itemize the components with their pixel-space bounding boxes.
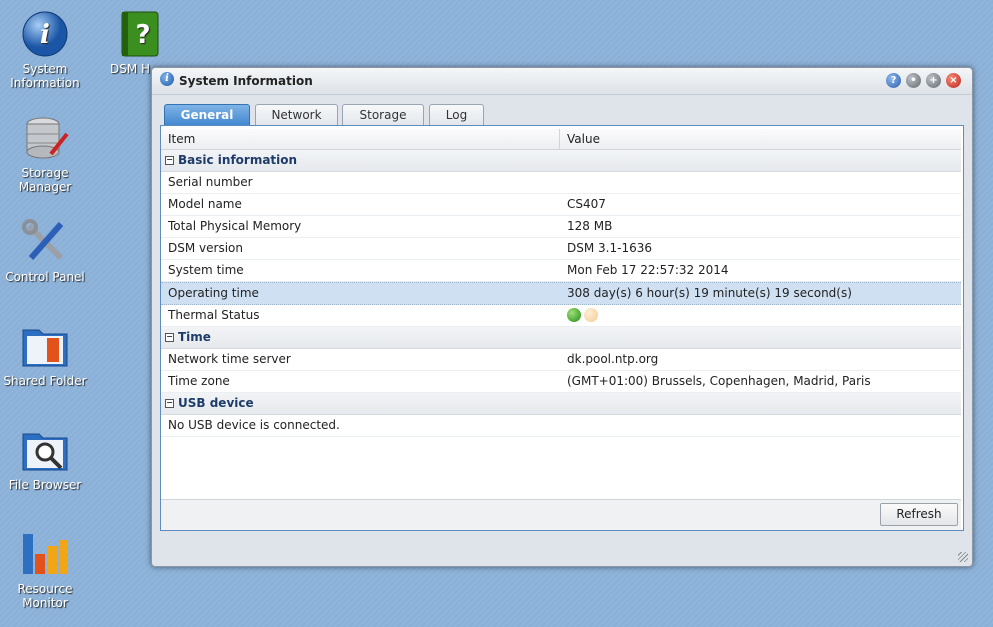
- row-item: Total Physical Memory: [168, 219, 302, 233]
- collapse-icon[interactable]: −: [165, 156, 174, 165]
- row-value: (GMT+01:00) Brussels, Copenhagen, Madrid…: [567, 374, 871, 388]
- info-icon: i: [160, 72, 174, 86]
- panel-footer: Refresh: [161, 499, 961, 530]
- grid-header: Item Value: [161, 129, 961, 150]
- group-usb-device[interactable]: − USB device: [161, 393, 961, 415]
- row-value: 128 MB: [567, 219, 613, 233]
- window-titlebar[interactable]: i System Information ? • + ×: [152, 68, 972, 95]
- desktop-icon-file-browser[interactable]: File Browser: [0, 426, 90, 492]
- folder-icon: [21, 322, 69, 370]
- column-header-value[interactable]: Value: [567, 132, 600, 146]
- desktop-icon-label: Shared Folder: [3, 374, 87, 388]
- grid-rows: − Basic information Serial number Model …: [161, 150, 961, 437]
- desktop-icon-label: DSM H: [110, 62, 151, 76]
- thermal-warning-icon: [584, 307, 598, 322]
- table-row[interactable]: System time Mon Feb 17 22:57:32 2014: [161, 260, 961, 282]
- column-header-item[interactable]: Item: [168, 132, 195, 146]
- table-row[interactable]: Time zone (GMT+01:00) Brussels, Copenhage…: [161, 371, 961, 393]
- window-title: System Information: [179, 74, 313, 88]
- desktop-icon-label: Storage Manager: [18, 166, 72, 194]
- tab-network[interactable]: Network: [255, 104, 338, 126]
- table-row[interactable]: Thermal Status: [161, 305, 961, 327]
- row-item: No USB device is connected.: [168, 418, 340, 432]
- group-basic-information[interactable]: − Basic information: [161, 150, 961, 172]
- desktop-icon-label: File Browser: [8, 478, 82, 492]
- collapse-icon[interactable]: −: [165, 333, 174, 342]
- svg-text:i: i: [40, 20, 50, 50]
- row-item: System time: [168, 263, 244, 277]
- row-value: DSM 3.1-1636: [567, 241, 652, 255]
- desktop-icon-system-information[interactable]: i System Information: [0, 10, 90, 90]
- bar-chart-icon: [21, 530, 69, 578]
- group-label: Basic information: [178, 153, 298, 167]
- help-book-icon: ?: [118, 10, 166, 58]
- row-item: Model name: [168, 197, 242, 211]
- table-row[interactable]: DSM version DSM 3.1-1636: [161, 238, 961, 260]
- row-item: Thermal Status: [168, 308, 260, 322]
- tools-icon: [21, 218, 69, 266]
- tab-log[interactable]: Log: [429, 104, 484, 126]
- system-information-window[interactable]: i System Information ? • + × General Net…: [151, 67, 973, 567]
- minimize-button[interactable]: •: [906, 73, 921, 88]
- desktop-icon-dsm-help[interactable]: ? DSM H: [96, 10, 159, 76]
- desktop-icon-label: Control Panel: [5, 270, 85, 284]
- desktop-icon-label: Resource Monitor: [17, 582, 73, 610]
- row-item: Operating time: [168, 286, 259, 300]
- row-value: 308 day(s) 6 hour(s) 19 minute(s) 19 sec…: [567, 286, 852, 300]
- thermal-status-indicators: [567, 307, 601, 323]
- table-row[interactable]: No USB device is connected.: [161, 415, 961, 437]
- help-button[interactable]: ?: [886, 73, 901, 88]
- close-button[interactable]: ×: [946, 73, 961, 88]
- storage-icon: [21, 114, 69, 162]
- tab-general[interactable]: General: [164, 104, 250, 126]
- thermal-normal-icon: [567, 307, 581, 322]
- column-divider[interactable]: [559, 129, 560, 149]
- info-grid-panel: Item Value − Basic information Serial nu…: [160, 125, 964, 531]
- refresh-button[interactable]: Refresh: [880, 503, 958, 526]
- table-row[interactable]: Model name CS407: [161, 194, 961, 216]
- group-time[interactable]: − Time: [161, 327, 961, 349]
- desktop-icon-storage-manager[interactable]: Storage Manager: [0, 114, 90, 194]
- row-item: Network time server: [168, 352, 291, 366]
- group-label: USB device: [178, 396, 254, 410]
- row-value: dk.pool.ntp.org: [567, 352, 659, 366]
- row-item: DSM version: [168, 241, 243, 255]
- group-label: Time: [178, 330, 211, 344]
- table-row[interactable]: Serial number: [161, 172, 961, 194]
- svg-text:?: ?: [135, 20, 150, 50]
- row-value: CS407: [567, 197, 606, 211]
- table-row[interactable]: Network time server dk.pool.ntp.org: [161, 349, 961, 371]
- collapse-icon[interactable]: −: [165, 399, 174, 408]
- tab-storage[interactable]: Storage: [342, 104, 424, 126]
- info-icon: i: [21, 10, 69, 58]
- desktop-icon-label: System Information: [10, 62, 80, 90]
- desktop-icon-resource-monitor[interactable]: Resource Monitor: [0, 530, 90, 610]
- desktop-icon-control-panel[interactable]: Control Panel: [0, 218, 90, 284]
- table-row-selected[interactable]: Operating time 308 day(s) 6 hour(s) 19 mi…: [161, 282, 961, 305]
- file-browser-icon: [21, 426, 69, 474]
- resize-grip-icon[interactable]: [958, 552, 968, 562]
- desktop-icon-shared-folder[interactable]: Shared Folder: [0, 322, 90, 388]
- row-item: Serial number: [168, 175, 253, 189]
- maximize-button[interactable]: +: [926, 73, 941, 88]
- table-row[interactable]: Total Physical Memory 128 MB: [161, 216, 961, 238]
- row-item: Time zone: [168, 374, 230, 388]
- row-value: Mon Feb 17 22:57:32 2014: [567, 263, 729, 277]
